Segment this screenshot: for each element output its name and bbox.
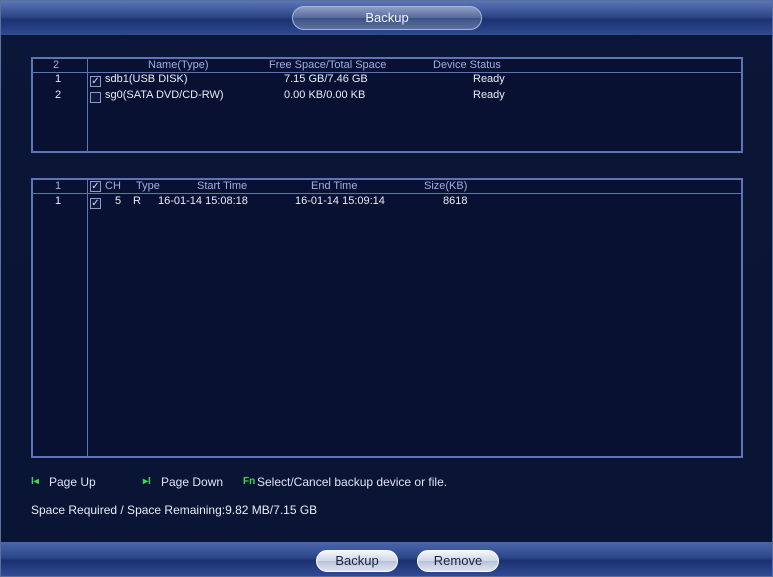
file-end-time: 16-01-14 15:09:14 [295, 195, 385, 207]
device-space: 7.15 GB/7.46 GB [284, 73, 368, 85]
select-cancel-label: Select/Cancel backup device or file. [257, 475, 448, 489]
device-space: 0.00 KB/0.00 KB [284, 89, 366, 101]
file-table: 1 ✓ CH Type Start Time End Time Size(KB)… [31, 178, 743, 458]
file-count-header: 1 [55, 180, 62, 192]
space-info: Space Required / Space Remaining:9.82 MB… [31, 503, 318, 517]
device-status: Ready [473, 89, 505, 101]
page-down-label: Page Down [161, 475, 224, 489]
device-status-header: Device Status [433, 59, 501, 71]
device-row-usb[interactable]: 1 ✓ sdb1(USB DISK) 7.15 GB/7.46 GB Ready [33, 73, 741, 88]
window-title: Backup [292, 6, 482, 30]
page-up-icon: I◂ [31, 476, 39, 487]
row-index: 2 [55, 89, 62, 101]
fn-key-icon: Fn [243, 476, 256, 487]
file-size: 8618 [443, 195, 468, 207]
page-down-icon: ▸I [143, 476, 151, 487]
page-up-label: Page Up [49, 475, 96, 489]
file-start-time: 16-01-14 15:08:18 [158, 195, 248, 207]
file-table-header: 1 ✓ CH Type Start Time End Time Size(KB) [33, 180, 741, 194]
end-time-header: End Time [311, 180, 358, 192]
device-status: Ready [473, 73, 505, 85]
device-checkbox-dvd[interactable] [90, 92, 101, 103]
device-name: sdb1(USB DISK) [105, 73, 188, 85]
backup-window: Backup 2 Name(Type) Free Space/Total Spa… [0, 0, 773, 577]
file-row[interactable]: 1 ✓ 5 R 16-01-14 15:08:18 16-01-14 15:09… [33, 195, 741, 210]
ch-header: CH [105, 180, 121, 192]
backup-button[interactable]: Backup [316, 550, 398, 572]
file-channel: 5 [115, 195, 122, 207]
row-index: 1 [55, 195, 62, 207]
start-time-header: Start Time [197, 180, 248, 192]
file-checkbox[interactable]: ✓ [90, 198, 101, 209]
file-type: R [133, 195, 141, 207]
device-checkbox-usb[interactable]: ✓ [90, 76, 101, 87]
type-header: Type [136, 180, 160, 192]
remove-button[interactable]: Remove [417, 550, 499, 572]
device-count-header: 2 [53, 59, 60, 71]
name-type-header: Name(Type) [148, 59, 209, 71]
device-table: 2 Name(Type) Free Space/Total Space Devi… [31, 57, 743, 153]
select-all-checkbox[interactable]: ✓ [90, 181, 101, 192]
button-bar: Backup Remove [1, 542, 772, 576]
title-bar: Backup [1, 1, 772, 35]
column-divider [87, 180, 88, 456]
device-name: sg0(SATA DVD/CD-RW) [105, 89, 224, 101]
space-header: Free Space/Total Space [269, 59, 387, 71]
device-table-header: 2 Name(Type) Free Space/Total Space Devi… [33, 59, 741, 73]
row-index: 1 [55, 73, 62, 85]
size-header: Size(KB) [424, 180, 468, 192]
device-row-dvd[interactable]: 2 sg0(SATA DVD/CD-RW) 0.00 KB/0.00 KB Re… [33, 89, 741, 104]
